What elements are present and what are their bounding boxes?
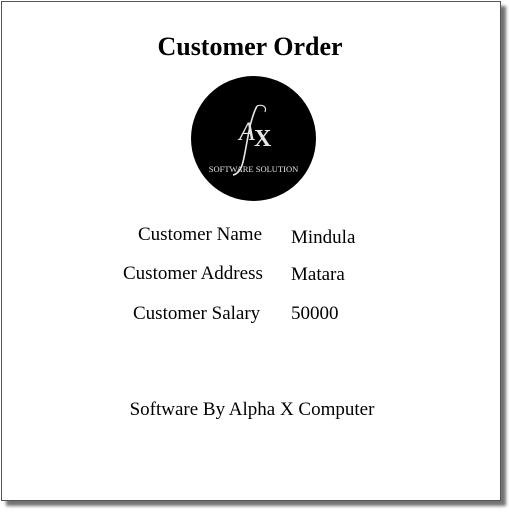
customer-salary-value: 50000 (291, 303, 339, 324)
report-page: Customer Order A X SOFTWARE SOLUTION Cus… (1, 1, 501, 501)
logo-tagline: SOFTWARE SOLUTION (209, 164, 299, 174)
logo-mark-icon: A X SOFTWARE SOLUTION (209, 104, 299, 176)
customer-name-label: Customer Name (138, 224, 263, 245)
report-title: Customer Order (157, 32, 343, 61)
customer-name-value: Mindula (291, 227, 356, 248)
customer-address-label: Customer Address (123, 263, 263, 284)
customer-salary-label: Customer Salary (133, 303, 261, 324)
customer-address-value: Matara (291, 264, 345, 285)
report-footer: Software By Alpha X Computer (129, 399, 375, 420)
logo-monogram-a: A (237, 117, 255, 146)
company-logo: A X SOFTWARE SOLUTION (191, 76, 316, 201)
logo-monogram-x: X (254, 126, 272, 152)
